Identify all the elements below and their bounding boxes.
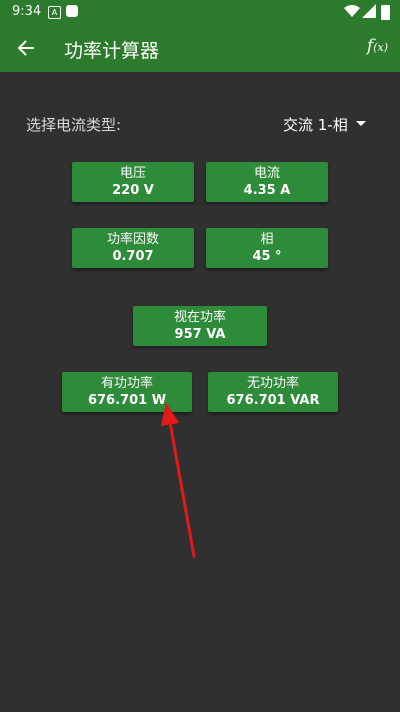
apparent-power-button[interactable]: 视在功率 957 VA: [133, 306, 267, 346]
status-bar: 9:34 A: [0, 0, 400, 24]
active-power-label: 有功功率: [100, 376, 153, 391]
wifi-icon: [344, 5, 360, 17]
current-type-label: 选择电流类型:: [26, 116, 122, 134]
reactive-power-button[interactable]: 无功功率 676.701 VAR: [208, 372, 338, 412]
power-factor-label: 功率因数: [106, 232, 159, 247]
dropdown-arrow-icon[interactable]: [356, 121, 366, 126]
annotation-arrow: [161, 402, 196, 558]
formula-x-text: (x): [373, 41, 388, 54]
arrow-left-icon: [17, 40, 34, 56]
reactive-power-value: 676.701 VAR: [226, 393, 320, 408]
voltage-value: 220 V: [112, 183, 154, 198]
power-factor-button[interactable]: 功率因数 0.707: [72, 228, 194, 268]
signal-icon: [362, 4, 376, 18]
back-button[interactable]: [14, 36, 38, 60]
battery-icon: [381, 5, 390, 20]
app-bar: 功率计算器 f(x): [0, 24, 400, 72]
page-title: 功率计算器: [64, 40, 160, 62]
phase-value: 45 °: [252, 249, 282, 264]
current-label: 电流: [253, 166, 280, 181]
active-power-button[interactable]: 有功功率 676.701 W: [62, 372, 192, 412]
current-type-dropdown[interactable]: 交流 1-相: [283, 114, 348, 135]
status-time: 9:34: [12, 4, 42, 19]
power-factor-value: 0.707: [112, 249, 154, 264]
notification-square-icon: [66, 5, 78, 17]
active-power-value: 676.701 W: [87, 393, 167, 408]
phase-label: 相: [260, 232, 274, 247]
voltage-label: 电压: [119, 166, 146, 181]
voltage-button[interactable]: 电压 220 V: [72, 162, 194, 202]
formula-button[interactable]: f(x): [367, 36, 388, 56]
current-button[interactable]: 电流 4.35 A: [206, 162, 328, 202]
current-type-row: 选择电流类型: 交流 1-相: [26, 114, 376, 136]
apparent-power-label: 视在功率: [173, 310, 226, 325]
notification-a-icon: A: [48, 6, 61, 19]
reactive-power-label: 无功功率: [246, 376, 299, 391]
current-value: 4.35 A: [243, 183, 291, 198]
apparent-power-value: 957 VA: [174, 327, 226, 342]
phase-button[interactable]: 相 45 °: [206, 228, 328, 268]
